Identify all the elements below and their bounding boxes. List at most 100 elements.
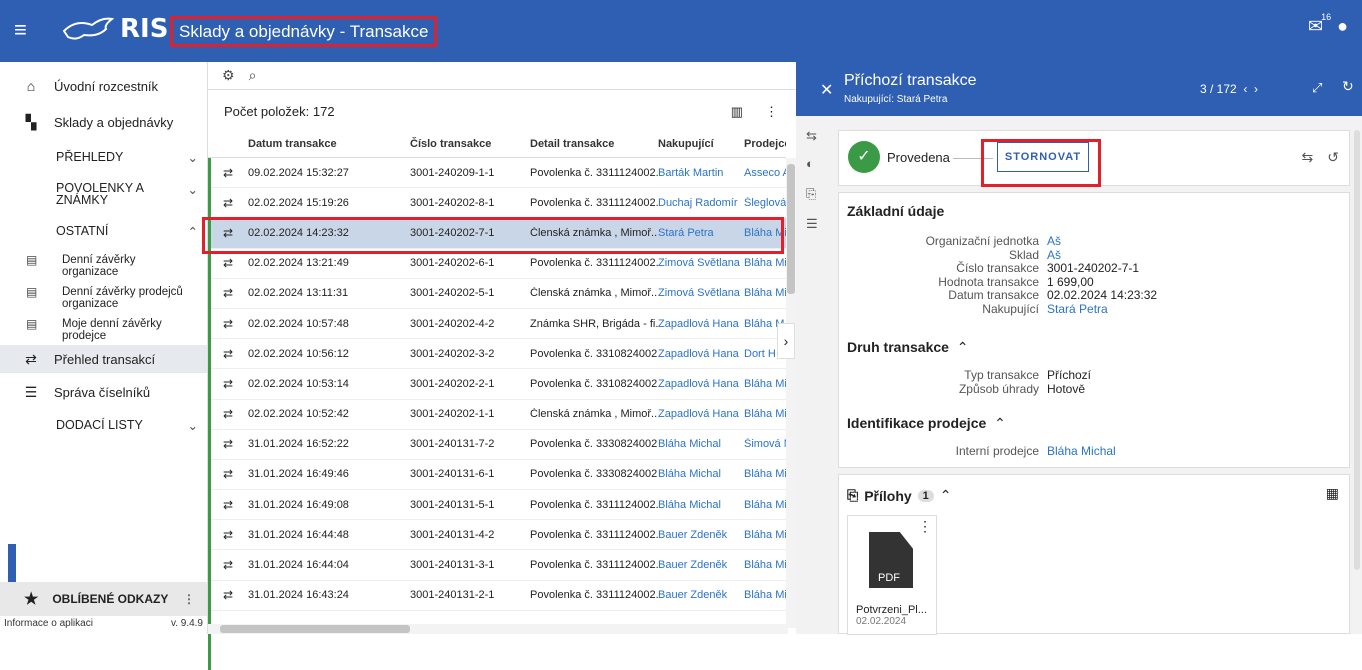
next-icon[interactable]: › xyxy=(1254,82,1258,96)
table-cell[interactable]: Zapadlová Hana xyxy=(658,378,744,390)
table-cell[interactable]: Bláha Mic xyxy=(744,257,786,269)
column-header[interactable]: Prodejce xyxy=(744,138,786,150)
table-cell[interactable]: Bláha Mic xyxy=(744,468,786,480)
table-row[interactable]: ⇄ 02.02.2024 10:52:42 3001-240202-1-1 Člens… xyxy=(208,400,786,430)
table-cell[interactable]: Bláha Michal xyxy=(658,499,744,511)
column-header[interactable]: Datum transakce xyxy=(248,138,410,150)
table-cell[interactable]: Bauer Zdeněk xyxy=(658,529,744,541)
sidebar-item-prehled-transakci[interactable]: ⇄ Přehled transakcí xyxy=(0,345,207,373)
vertical-scroll-thumb[interactable] xyxy=(787,164,795,294)
horizontal-scroll-thumb[interactable] xyxy=(220,625,410,633)
table-cell[interactable]: Zimová Světlana xyxy=(658,257,744,269)
page-title: Sklady a objednávky - Transakce xyxy=(170,16,438,47)
table-cell[interactable]: Zapadlová Hana xyxy=(658,318,744,330)
table-cell: Známka SHR, Brigáda - fi... xyxy=(530,317,658,330)
attachment-file[interactable]: PDF ⋮ Potvrzeni_Pl... 02.02.2024 xyxy=(847,515,937,635)
sidebar-item-sklady[interactable]: ▚ Sklady a objednávky xyxy=(0,108,207,136)
columns-icon[interactable]: ▥ xyxy=(731,104,743,120)
sidebar-group-ostatni[interactable]: OSTATNÍ ⌃ xyxy=(56,224,206,239)
table-cell[interactable]: Zimová Světlana xyxy=(658,287,744,299)
sidebar-item-denni-org[interactable]: ▤ Denní závěrky organizace xyxy=(0,254,207,278)
section-title[interactable]: Identifikace prodejce ⌃ xyxy=(847,415,1006,432)
kv-row: Interní prodejce Bláha Michal xyxy=(955,444,1116,458)
table-cell[interactable]: Bláha Mic xyxy=(744,589,786,601)
settings-icon[interactable]: ⇆ xyxy=(1302,149,1314,166)
table-row[interactable]: ⇄ 02.02.2024 10:57:48 3001-240202-4-2 Známk… xyxy=(208,309,786,340)
grid-icon[interactable]: ▦ xyxy=(1326,485,1339,502)
favorites-bar[interactable]: ★ OBLÍBENÉ ODKAZY ⋮ xyxy=(0,582,207,616)
table-row[interactable]: ⇄ 31.01.2024 16:49:08 3001-240131-5-1 Povol… xyxy=(208,490,786,521)
table-row[interactable]: ⇄ 31.01.2024 16:44:48 3001-240131-4-2 Povol… xyxy=(208,520,786,551)
table-row[interactable]: ⇄ 02.02.2024 15:19:26 3001-240202-8-1 Povol… xyxy=(208,188,786,219)
table-row[interactable]: ⇄ 02.02.2024 13:11:31 3001-240202-5-1 Člens… xyxy=(208,279,786,309)
table-cell[interactable]: Bláha Mic xyxy=(744,408,786,420)
section-title[interactable]: Druh transakce ⌃ xyxy=(847,339,968,356)
more-icon[interactable]: ⋮ xyxy=(765,104,778,120)
kv-row: Organizační jednotka Aš xyxy=(925,234,1062,248)
search-icon[interactable]: ⌕ xyxy=(249,67,257,84)
column-header[interactable]: Detail transakce xyxy=(530,138,658,150)
table-cell: 3001-240131-7-2 xyxy=(410,438,495,451)
app-info[interactable]: Informace o aplikaci v. 9.4.9 xyxy=(0,618,207,634)
table-row[interactable]: ⇄ 31.01.2024 16:52:22 3001-240131-7-2 Povol… xyxy=(208,430,786,460)
table-cell[interactable]: Šleglová J xyxy=(744,197,786,209)
user-icon[interactable]: ● xyxy=(1337,16,1348,37)
collapse-panel-button[interactable]: › xyxy=(777,323,795,359)
refresh-icon[interactable]: ↻ xyxy=(1342,78,1354,95)
table-cell[interactable]: Bauer Zdeněk xyxy=(658,589,744,601)
sidebar-item-denni-prodejcu[interactable]: ▤ Denní závěrky prodejců organizace xyxy=(0,286,207,310)
prev-icon[interactable]: ‹ xyxy=(1243,82,1247,96)
table-cell[interactable]: Bláha Mic xyxy=(744,499,786,511)
table-row[interactable]: ⇄ 02.02.2024 10:56:12 3001-240202-3-2 Povol… xyxy=(208,339,786,370)
user-icon[interactable]: ◐ xyxy=(806,156,814,171)
table-cell[interactable]: Bláha Mic xyxy=(744,529,786,541)
expand-icon[interactable]: ⤢ xyxy=(1312,80,1322,96)
table-cell: Členská známka , Mimoř... xyxy=(530,408,658,421)
table-cell[interactable]: Duchaj Radomír xyxy=(658,197,744,209)
sidebar-item-home[interactable]: ⌂ Úvodní rozcestník xyxy=(0,72,207,100)
paperclip-icon: ⎘ xyxy=(847,487,859,503)
column-header[interactable]: Číslo transakce xyxy=(410,138,530,150)
table-cell[interactable]: Bláha Mic xyxy=(744,559,786,571)
sidebar-item-sprava[interactable]: ☰ Správa číselníků xyxy=(0,378,207,406)
filter-icon[interactable]: ⚙ xyxy=(222,67,235,84)
table-row[interactable]: ⇄ 31.01.2024 16:49:46 3001-240131-6-1 Povol… xyxy=(208,460,786,491)
settings-icon[interactable]: ⇆ xyxy=(806,128,817,144)
table-cell[interactable]: Bláha Michal xyxy=(658,468,744,480)
table-row[interactable]: ⇄ 02.02.2024 10:53:14 3001-240202-2-1 Povol… xyxy=(208,369,786,400)
table-row[interactable]: ⇄ 31.01.2024 16:43:24 3001-240131-2-1 Povol… xyxy=(208,581,786,611)
menu-icon[interactable]: ≡ xyxy=(14,18,27,42)
mail-button[interactable]: ✉ 16 xyxy=(1308,12,1331,37)
section-title[interactable]: ⎘ Přílohy 1 ⌃ xyxy=(847,487,952,504)
table-cell[interactable]: Barták Martin xyxy=(658,167,744,179)
table-cell[interactable]: Bláha Michal xyxy=(658,438,744,450)
detail-scrollbar[interactable] xyxy=(1354,130,1360,570)
table-cell[interactable]: Asseco A xyxy=(744,167,786,179)
transaction-icon: ⇄ xyxy=(222,437,234,452)
table-cell[interactable]: Bláha Mic xyxy=(744,287,786,299)
attachment-icon[interactable]: ⎘ xyxy=(806,186,816,202)
table-cell: 3001-240131-2-1 xyxy=(410,589,495,602)
history-icon[interactable]: ↺ xyxy=(1327,149,1339,166)
more-icon[interactable]: ⋮ xyxy=(183,592,195,606)
table-cell[interactable]: Bauer Zdeněk xyxy=(658,559,744,571)
sidebar-item-moje-denni[interactable]: ▤ Moje denní závěrky prodejce xyxy=(0,318,207,342)
table-cell[interactable]: Zapadlová Hana xyxy=(658,348,744,360)
table-row[interactable]: ⇄ 31.01.2024 16:44:04 3001-240131-3-1 Povol… xyxy=(208,550,786,581)
section-title: Základní údaje xyxy=(847,203,945,219)
sidebar-group-povolenky[interactable]: POVOLENKY A ZNÁMKY ⌄ xyxy=(56,182,206,207)
close-icon[interactable]: ✕ xyxy=(820,80,833,100)
list-icon[interactable]: ☰ xyxy=(806,216,818,232)
table-cell[interactable]: Zapadlová Hana xyxy=(658,408,744,420)
table-cell: 3001-240131-5-1 xyxy=(410,498,495,511)
sidebar-group-dodaci[interactable]: DODACÍ LISTY ⌄ xyxy=(56,418,206,433)
file-name: Potvrzeni_Pl... xyxy=(856,604,927,616)
table-cell[interactable]: Šimová M xyxy=(744,438,786,450)
storno-highlight xyxy=(981,139,1101,187)
more-icon[interactable]: ⋮ xyxy=(918,518,932,535)
table-cell[interactable]: Bláha Mic xyxy=(744,378,786,390)
column-header[interactable]: Nakupující xyxy=(658,138,744,150)
sidebar-group-prehledy[interactable]: PŘEHLEDY ⌄ xyxy=(56,150,206,165)
logo[interactable]: RIS xyxy=(62,14,168,44)
table-row[interactable]: ⇄ 09.02.2024 15:32:27 3001-240209-1-1 Povol… xyxy=(208,158,786,189)
